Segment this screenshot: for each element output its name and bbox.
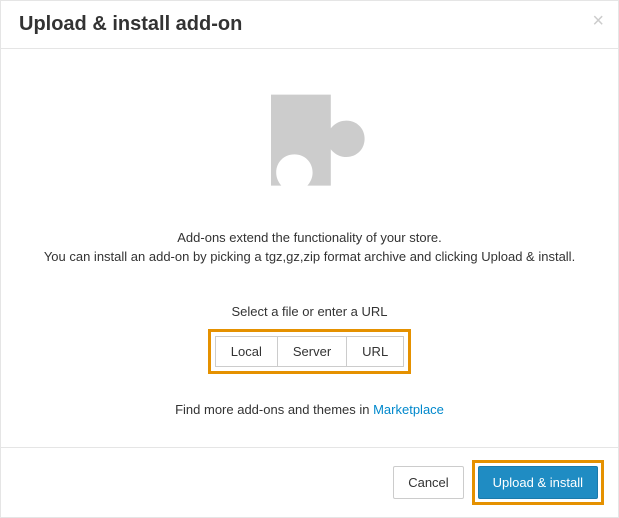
submit-highlight: Upload & install [472, 460, 604, 505]
local-button[interactable]: Local [215, 336, 278, 367]
marketplace-prefix: Find more add-ons and themes in [175, 402, 373, 417]
close-icon[interactable]: × [592, 11, 604, 31]
cancel-button[interactable]: Cancel [393, 466, 463, 499]
server-button[interactable]: Server [277, 336, 347, 367]
description-line-2: You can install an add-on by picking a t… [21, 249, 598, 264]
source-selector-highlight: Local Server URL [208, 329, 411, 374]
modal-body: Add-ons extend the functionality of your… [1, 49, 618, 447]
modal-footer: Cancel Upload & install [1, 447, 618, 517]
marketplace-line: Find more add-ons and themes in Marketpl… [21, 402, 598, 417]
upload-install-modal: Upload & install add-on × Add-ons extend… [0, 0, 619, 518]
source-button-group: Local Server URL [215, 336, 404, 367]
modal-header: Upload & install add-on × [1, 1, 618, 49]
description-line-1: Add-ons extend the functionality of your… [21, 230, 598, 245]
url-button[interactable]: URL [346, 336, 404, 367]
upload-install-button[interactable]: Upload & install [478, 466, 598, 499]
marketplace-link[interactable]: Marketplace [373, 402, 444, 417]
select-file-label: Select a file or enter a URL [21, 304, 598, 319]
puzzle-icon [21, 79, 598, 212]
modal-title: Upload & install add-on [19, 13, 600, 36]
